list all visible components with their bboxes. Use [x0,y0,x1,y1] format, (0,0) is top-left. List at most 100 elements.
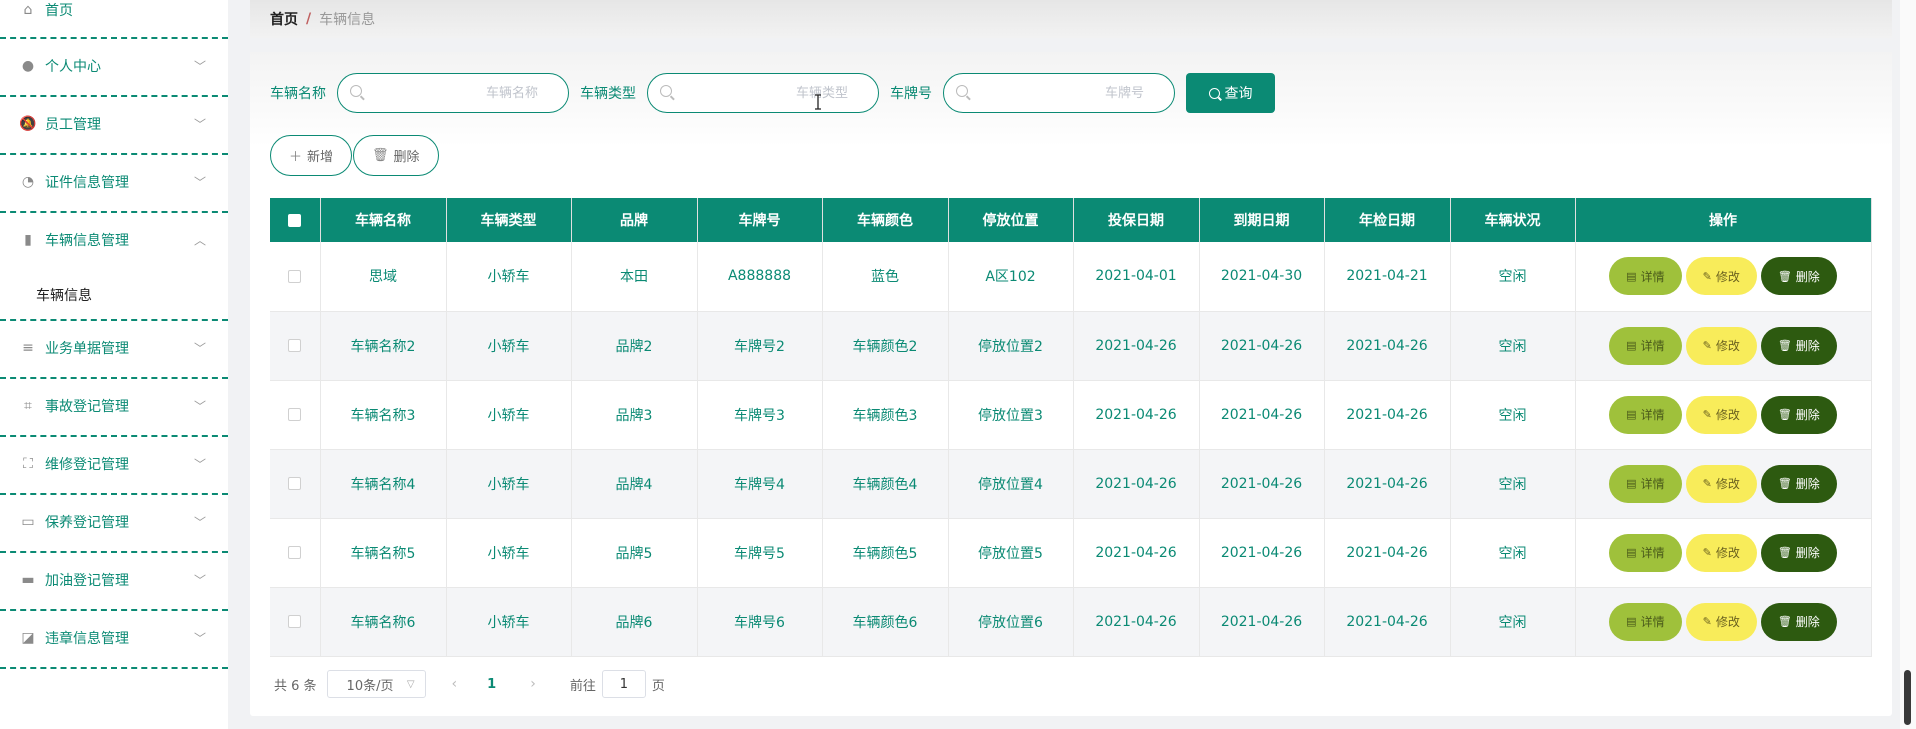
row-actions: ▤ 详情 ✎ 修改 🗑 删除 [1575,587,1872,657]
delete-button-label: 删除 [1795,615,1820,629]
sidebar-item-4[interactable]: ▮ 车辆信息管理 ︿ [0,212,228,268]
add-button[interactable]: ＋ 新增 [270,135,353,176]
sidebar-item-7[interactable]: ⛶ 维修登记管理 ﹀ [0,436,228,492]
detail-button-label: 详情 [1640,615,1665,629]
vehicle-type-label: 车辆类型 [580,86,636,102]
detail-button[interactable]: ▤ 详情 [1609,326,1682,365]
edit-button-label: 修改 [1715,339,1740,353]
trash-icon: 🗑 [372,148,389,163]
bar-chart-icon: ▮ [24,232,32,248]
row-checkbox[interactable] [288,615,302,628]
page-number-current[interactable]: 1 [487,677,496,692]
select-all-checkbox[interactable] [288,213,302,227]
edit-button-label: 修改 [1715,408,1740,422]
row-checkbox[interactable] [288,269,302,283]
table-cell: 2021-04-26 [1073,311,1200,381]
table-cell: 2021-04-26 [1073,449,1200,519]
sidebar-item-8[interactable]: ▭ 保养登记管理 ﹀ [0,494,228,550]
sidebar-item-9[interactable]: ▬ 加油登记管理 ﹀ [0,552,228,608]
detail-button-label: 详情 [1640,477,1665,491]
detail-button[interactable]: ▤ 详情 [1609,395,1682,434]
goto-label: 前往 [569,678,596,694]
vehicle-type-field[interactable] [647,73,879,113]
next-page-icon[interactable]: › [530,676,536,692]
table-cell: 2021-04-26 [1199,518,1325,588]
edit-button[interactable]: ✎ 修改 [1685,326,1757,365]
menu-divider [0,609,228,611]
table-cell: 停放位置5 [948,518,1074,588]
sidebar-item-6[interactable]: ⌗ 事故登记管理 ﹀ [0,378,228,434]
sidebar-item-3[interactable]: ◔ 证件信息管理 ﹀ [0,154,228,210]
delete-button[interactable]: 🗑 删除 [1760,464,1837,503]
menu-divider [0,95,228,97]
page-unit-label: 页 [651,678,665,694]
plate-input[interactable] [944,74,1174,112]
search-icon [1208,87,1220,99]
plus-icon: ＋ [289,150,303,165]
delete-button[interactable]: 🗑 删除 [1760,395,1837,434]
detail-button[interactable]: ▤ 详情 [1609,602,1682,641]
scrollbar-thumb[interactable] [1904,670,1911,725]
select-all-cell[interactable] [270,198,321,242]
batch-delete-button[interactable]: 🗑 删除 [353,135,439,176]
table-cell: 车辆颜色6 [822,587,949,657]
breadcrumb-home[interactable]: 首页 [270,9,298,29]
row-checkbox[interactable] [288,339,302,352]
sidebar: ⌂ 首页 ● 个人中心 ﹀ 🔕 员工管理 ﹀ ◔ 证件信息管理 ﹀ ▮ 车辆信息管理 ︿ ≡ 业务单据管理 ﹀ ⌗… [0,0,228,729]
prev-page-icon[interactable]: ‹ [452,676,458,692]
table-cell: 本田 [571,242,698,312]
table-row: 车辆名称2 小轿车 品牌2 车牌号2 车辆颜色2 停放位置2 2021-04-26 2021-… [270,311,1872,381]
pencil-icon: ✎ [1702,477,1712,490]
page-size-select[interactable]: 10条/页 ▽ [326,670,426,698]
edit-button[interactable]: ✎ 修改 [1685,533,1757,572]
pencil-icon: ✎ [1702,615,1712,628]
row-checkbox[interactable] [288,477,302,490]
edit-button[interactable]: ✎ 修改 [1685,602,1757,641]
column-header: 车辆名称 [320,198,447,242]
column-header: 车牌号 [697,198,823,242]
row-select-cell [270,449,321,519]
vertical-scrollbar[interactable] [1900,0,1916,729]
detail-button-label: 详情 [1640,339,1665,353]
detail-button[interactable]: ▤ 详情 [1609,533,1682,572]
sidebar-item-2[interactable]: 🔕 员工管理 ﹀ [0,96,228,152]
goto-page-input[interactable] [601,670,646,698]
table-cell: 品牌3 [571,380,698,450]
table-cell: 车牌号3 [697,380,823,450]
sidebar-subitem-vehicle-info[interactable]: 车辆信息 [36,285,92,305]
crop-icon: ⌗ [24,398,32,414]
plate-field[interactable] [943,73,1175,113]
detail-button[interactable]: ▤ 详情 [1609,257,1682,296]
sidebar-item-label: 维修登记管理 [45,457,129,473]
table-cell: 品牌2 [571,311,698,381]
table-cell: 小轿车 [446,242,572,312]
menu-divider [0,377,228,379]
edit-button-label: 修改 [1715,269,1740,284]
chevron-down-icon: ﹀ [193,399,206,414]
row-checkbox[interactable] [288,408,302,421]
sidebar-item-label: 员工管理 [45,117,101,133]
delete-button[interactable]: 🗑 删除 [1760,326,1837,365]
sidebar-item-0[interactable]: ⌂ 首页 [0,0,228,38]
delete-button[interactable]: 🗑 删除 [1760,602,1837,641]
delete-button[interactable]: 🗑 删除 [1760,533,1837,572]
table-cell: 2021-04-26 [1324,380,1451,450]
table-cell: 品牌4 [571,449,698,519]
sidebar-item-10[interactable]: ◪ 违章信息管理 ﹀ [0,610,228,666]
edit-button[interactable]: ✎ 修改 [1685,395,1757,434]
edit-button-label: 修改 [1715,477,1740,491]
row-checkbox[interactable] [288,546,302,559]
vehicle-name-field[interactable] [337,73,569,113]
table-cell: 空闲 [1450,587,1576,657]
vehicle-type-input[interactable] [648,74,878,112]
sidebar-item-1[interactable]: ● 个人中心 ﹀ [0,38,228,94]
detail-button-label: 详情 [1640,269,1665,284]
detail-button-label: 详情 [1640,546,1665,560]
edit-button[interactable]: ✎ 修改 [1685,464,1757,503]
sidebar-item-5[interactable]: ≡ 业务单据管理 ﹀ [0,320,228,376]
delete-button[interactable]: 🗑 删除 [1760,257,1837,296]
detail-button[interactable]: ▤ 详情 [1609,464,1682,503]
vehicle-name-input[interactable] [338,74,568,112]
query-button[interactable]: 查询 [1186,73,1275,113]
edit-button[interactable]: ✎ 修改 [1685,257,1757,296]
